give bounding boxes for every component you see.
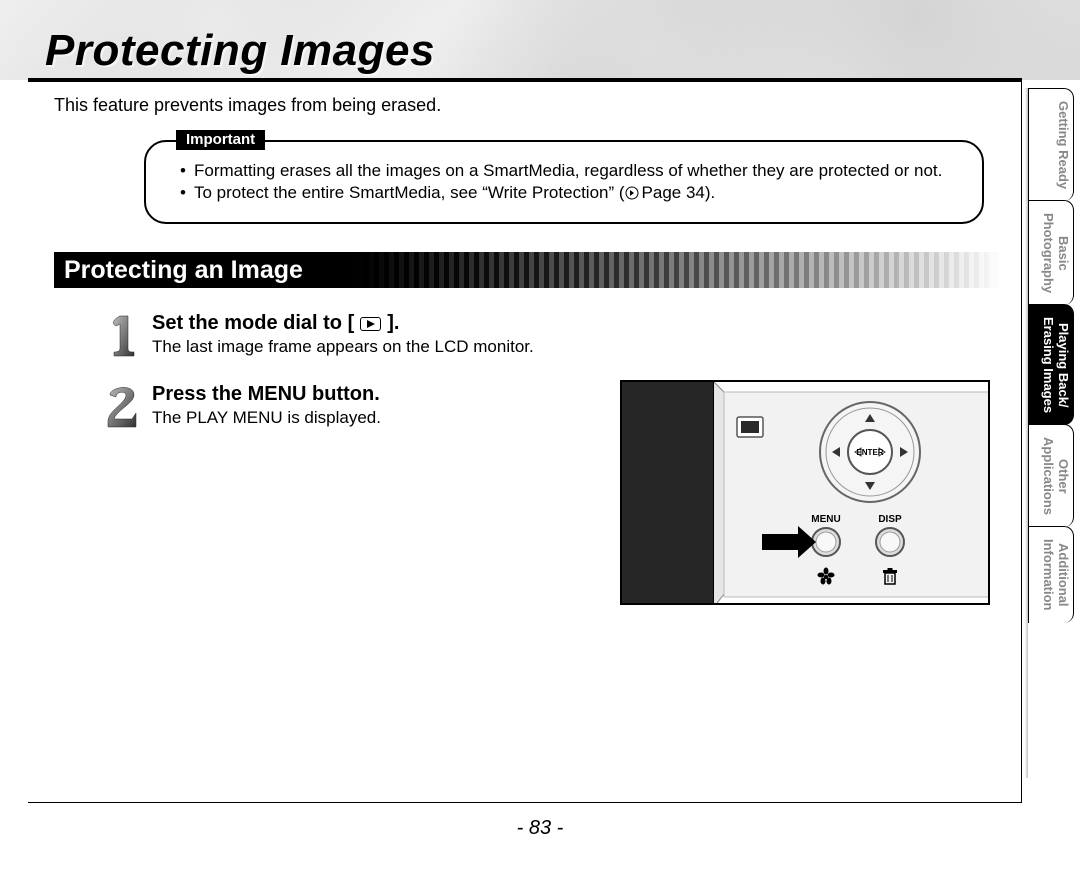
page-title: Protecting Images [45,26,435,76]
important-item-text-post: Page 34). [642,183,716,202]
page-number: - 83 - [0,817,1080,840]
tab-label: Information [1041,539,1056,611]
tab-label: Additional [1056,543,1071,607]
tab-playing-back-erasing[interactable]: Playing Back/ Erasing Images [1028,304,1074,425]
important-label: Important [176,130,265,150]
step-1-title: Set the mode dial to [ ]. [152,312,399,335]
tab-label: Applications [1041,437,1056,515]
step-number-1-icon [102,310,144,363]
side-tabs: Getting Ready Basic Photography Playing … [1028,88,1074,622]
important-item: To protect the entire SmartMedia, see “W… [180,182,958,206]
step-number-2-icon [102,381,144,434]
heading-stripes [334,252,1002,288]
tab-label: Getting Ready [1056,101,1071,189]
tab-label: Playing Back/ [1056,323,1071,408]
tab-other-applications[interactable]: Other Applications [1028,424,1074,527]
step-1-body: Set the mode dial to [ ]. The last image… [152,310,1004,357]
section-heading: Protecting an Image [54,252,1002,288]
tab-label: Photography [1041,213,1056,293]
step-1-title-pre: Set the mode dial to [ [152,312,354,335]
tab-label: Basic [1056,236,1071,271]
step-1-title-post: ]. [387,312,399,335]
border-bottom [28,802,1022,803]
border-right [1021,82,1022,802]
disp-label: DISP [878,514,902,525]
camera-frame: ENTER MENU DISP [620,380,990,605]
tab-additional-information[interactable]: Additional Information [1028,526,1074,623]
important-callout: Important Formatting erases all the imag… [144,140,984,224]
important-item: Formatting erases all the images on a Sm… [180,160,958,182]
tab-basic-photography[interactable]: Basic Photography [1028,200,1074,305]
intro-text: This feature prevents images from being … [54,95,1004,116]
menu-label: MENU [811,514,840,525]
important-list: Formatting erases all the images on a Sm… [170,160,958,206]
step-1-desc: The last image frame appears on the LCD … [152,337,1004,357]
camera-illustration: ENTER MENU DISP [620,380,990,605]
tab-label: Other [1056,459,1071,494]
enter-label: ENTER [856,448,883,457]
important-item-text-pre: To protect the entire SmartMedia, see “W… [194,183,625,202]
xref-arrow-icon [625,184,639,206]
play-mode-icon [360,317,381,331]
section-heading-text: Protecting an Image [64,256,303,284]
step-2-title: Press the MENU button. [152,383,380,406]
title-underline [28,78,1022,82]
tab-label: Erasing Images [1041,317,1056,413]
tab-getting-ready[interactable]: Getting Ready [1028,88,1074,201]
step-1: Set the mode dial to [ ]. The last image… [102,310,1004,363]
manual-page: Protecting Images This feature prevents … [0,0,1080,870]
